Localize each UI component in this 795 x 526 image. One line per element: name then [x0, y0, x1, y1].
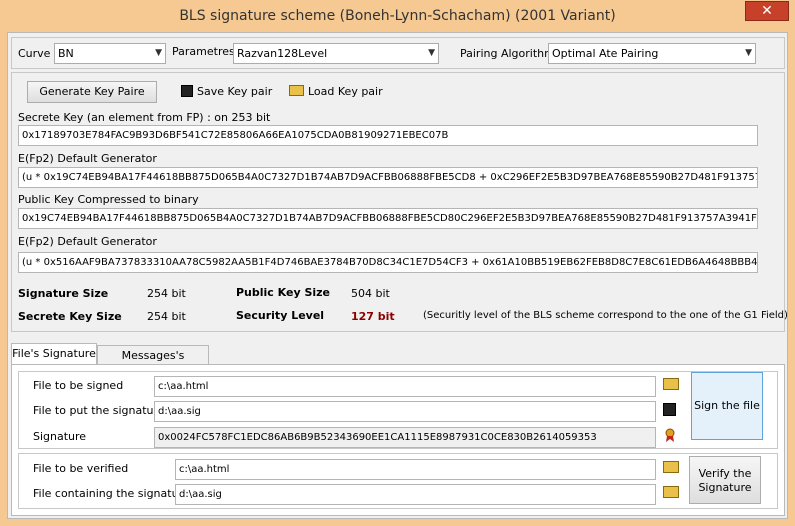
generate-key-button[interactable]: Generate Key Paire — [27, 81, 157, 103]
chevron-down-icon: ▼ — [155, 48, 162, 58]
load-key-button[interactable]: Load Key pair — [289, 83, 383, 101]
save-key-button[interactable]: Save Key pair — [181, 83, 272, 101]
award-ribbon-icon[interactable] — [664, 428, 676, 443]
curve-select[interactable]: BN ▼ — [54, 43, 166, 64]
generator1-label: E(Fp2) Default Generator — [18, 152, 157, 165]
close-button[interactable]: ✕ — [745, 1, 789, 21]
parametres-select[interactable]: Razvan128Level ▼ — [233, 43, 439, 64]
security-level-label: Security Level — [236, 309, 325, 322]
parametres-select-value: Razvan128Level — [237, 47, 328, 60]
curve-select-value: BN — [58, 47, 74, 60]
file-to-sign-field[interactable]: c:\aa.html — [154, 376, 656, 397]
public-key-field[interactable]: 0x19C74EB94BA17F44618BB875D065B4A0C7327D… — [18, 208, 758, 229]
security-level-value: 127 bit — [351, 310, 395, 323]
curve-label: Curve — [18, 47, 51, 60]
verify-group: File to be verified c:\aa.html File cont… — [18, 453, 778, 509]
sign-group: File to be signed c:\aa.html File to put… — [18, 371, 778, 449]
signature-output-field[interactable]: 0x0024FC578FC1EDC86AB6B9B52343690EE1CA11… — [154, 427, 656, 448]
pairing-select-value: Optimal Ate Pairing — [552, 47, 659, 60]
signature-size-value: 254 bit — [147, 287, 186, 300]
secret-key-size-value: 254 bit — [147, 310, 186, 323]
signature-file-field[interactable]: d:\aa.sig — [154, 401, 656, 422]
secret-key-size-label: Secrete Key Size — [18, 310, 122, 323]
floppy-disk-icon — [181, 85, 193, 97]
chevron-down-icon: ▼ — [428, 48, 435, 58]
generator2-field[interactable]: (u * 0x516AAF9BA737833310AA78C5982AA5B1F… — [18, 252, 758, 273]
title-bar: BLS signature scheme (Boneh-Lynn-Schacha… — [0, 0, 795, 32]
secret-key-field[interactable]: 0x17189703E784FAC9B93D6BF541C72E85806A66… — [18, 125, 758, 146]
parametres-label: Parametres — [172, 45, 235, 58]
folder-open-icon — [289, 85, 304, 96]
file-to-sign-label: File to be signed — [33, 379, 124, 392]
chevron-down-icon: ▼ — [745, 48, 752, 58]
app-window: BLS signature scheme (Boneh-Lynn-Schacha… — [0, 0, 795, 526]
folder-open-icon[interactable] — [663, 486, 679, 498]
signature-file-label: File to put the signature — [33, 404, 165, 417]
folder-open-icon[interactable] — [663, 461, 679, 473]
public-key-size-label: Public Key Size — [236, 286, 331, 299]
generator1-field[interactable]: (u * 0x19C74EB94BA17F44618BB875D065B4A0C… — [18, 167, 758, 188]
generator2-label: E(Fp2) Default Generator — [18, 235, 157, 248]
folder-open-icon[interactable] — [663, 378, 679, 390]
keys-group: Generate Key Paire Save Key pair Load Ke… — [11, 72, 788, 332]
floppy-disk-icon[interactable] — [663, 403, 676, 416]
verify-signature-button[interactable]: Verify the Signature — [689, 456, 761, 504]
sign-file-button[interactable]: Sign the file — [691, 372, 763, 440]
file-to-verify-field[interactable]: c:\aa.html — [175, 459, 656, 480]
files-signature-pane: File to be signed c:\aa.html File to put… — [11, 364, 785, 516]
pairing-select[interactable]: Optimal Ate Pairing ▼ — [548, 43, 756, 64]
config-group: Curve BN ▼ Parametres Razvan128Level ▼ P… — [11, 37, 785, 69]
signature-size-label: Signature Size — [18, 287, 109, 300]
signature-file-verify-field[interactable]: d:\aa.sig — [175, 484, 656, 505]
client-area: Curve BN ▼ Parametres Razvan128Level ▼ P… — [7, 32, 788, 519]
window-title: BLS signature scheme (Boneh-Lynn-Schacha… — [179, 8, 616, 24]
load-key-label: Load Key pair — [308, 85, 383, 98]
tab-messages-signature[interactable]: Messages's Signature — [97, 345, 209, 381]
signature-label: Signature — [33, 430, 87, 443]
tab-files-signature[interactable]: File's Signature — [11, 343, 97, 365]
security-note: (Securitly level of the BLS scheme corre… — [423, 310, 788, 321]
save-key-label: Save Key pair — [197, 85, 273, 98]
secret-key-label: Secrete Key (an element from FP) : on 25… — [18, 111, 271, 124]
signature-file-verify-label: File containing the signature — [33, 487, 190, 500]
file-to-verify-label: File to be verified — [33, 462, 129, 475]
pairing-label: Pairing Algorithm — [460, 47, 555, 60]
public-key-label: Public Key Compressed to binary — [18, 193, 199, 206]
public-key-size-value: 504 bit — [351, 287, 390, 300]
